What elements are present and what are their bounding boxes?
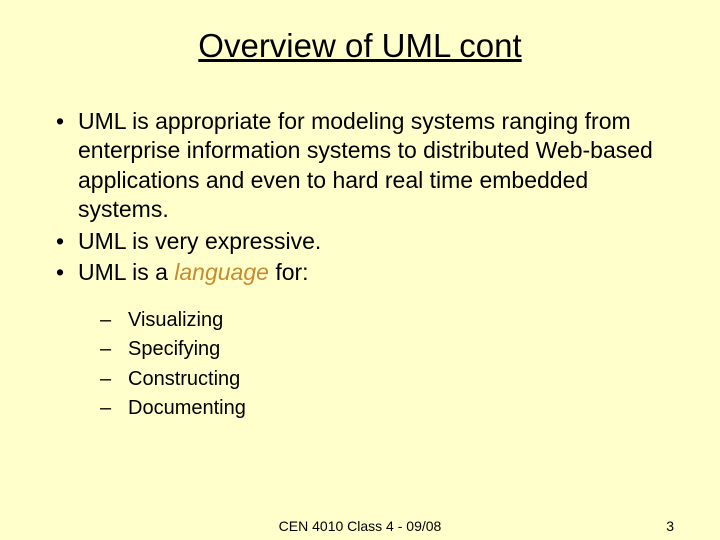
sub-item: Visualizing: [100, 306, 680, 336]
slide: Overview of UML cont UML is appropriate …: [0, 0, 720, 540]
bullet-item: UML is a language for:: [56, 258, 680, 287]
sub-item: Specifying: [100, 335, 680, 365]
bullet-item: UML is appropriate for modeling systems …: [56, 107, 680, 225]
bullet-text-prefix: UML is a: [78, 259, 174, 285]
sub-list: Visualizing Specifying Constructing Docu…: [40, 306, 680, 424]
sub-item: Constructing: [100, 365, 680, 395]
sub-item: Documenting: [100, 394, 680, 424]
footer-page-number: 3: [666, 518, 674, 534]
bullet-item: UML is very expressive.: [56, 227, 680, 256]
bullet-text-suffix: for:: [269, 259, 309, 285]
bullet-text-emphasis: language: [174, 259, 269, 285]
footer-course-info: CEN 4010 Class 4 - 09/08: [279, 518, 442, 534]
bullet-list: UML is appropriate for modeling systems …: [40, 107, 680, 288]
slide-title: Overview of UML cont: [40, 27, 680, 65]
